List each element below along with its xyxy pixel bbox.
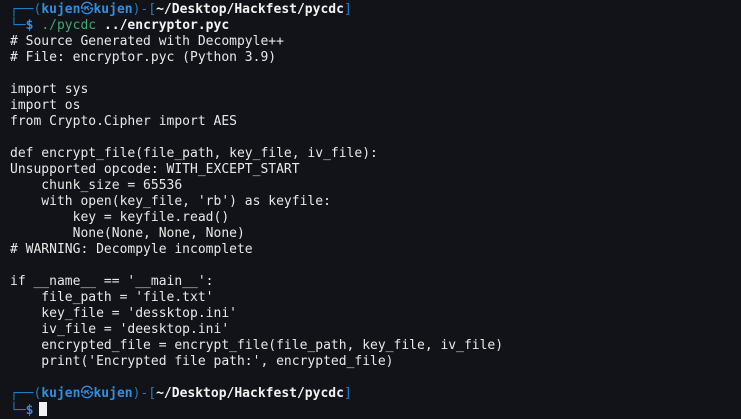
prompt-input-line[interactable]: └─$: [0, 402, 741, 418]
terminal-window[interactable]: ┌──(kujen㉿kujen)-[~/Desktop/Hackfest/pyc…: [0, 0, 741, 418]
output-line: chunk_size = 65536: [10, 178, 183, 193]
skull-icon: ㉿: [80, 386, 94, 401]
prompt-frame-bottom: └─: [10, 403, 26, 418]
prompt-user: kujen: [41, 2, 81, 17]
output-line: with open(key_file, 'rb') as keyfile:: [10, 194, 331, 209]
output-line: iv_file = 'deesktop.ini': [10, 322, 230, 337]
prompt-top-line: ┌──(kujen㉿kujen)-[~/Desktop/Hackfest/pyc…: [0, 2, 741, 18]
output-line: # File: encryptor.pyc (Python 3.9): [10, 50, 277, 65]
output-line: if __name__ == '__main__':: [10, 274, 214, 289]
prompt-host: kujen: [93, 386, 133, 401]
prompt-path: ~/Desktop/Hackfest/pycdc: [156, 386, 344, 401]
cursor-icon[interactable]: [39, 402, 48, 416]
prompt-bracket-open: )-[: [132, 386, 157, 401]
prompt-top-line: ┌──(kujen㉿kujen)-[~/Desktop/Hackfest/pyc…: [0, 386, 741, 402]
skull-icon: ㉿: [80, 2, 94, 17]
prompt-bracket-open: )-[: [132, 2, 157, 17]
output-line: import os: [10, 98, 81, 113]
prompt-dollar: $: [25, 18, 34, 33]
command-name: ./pycdc: [41, 18, 97, 33]
output-line: import sys: [10, 82, 89, 97]
prompt-frame-bottom: └─: [10, 18, 26, 33]
output-line: # WARNING: Decompyle incomplete: [10, 242, 253, 257]
output-line: def encrypt_file(file_path, key_file, iv…: [10, 146, 378, 161]
prompt-path: ~/Desktop/Hackfest/pycdc: [156, 2, 344, 17]
output-line: None(None, None, None): [10, 226, 245, 241]
output-line: file_path = 'file.txt': [10, 290, 214, 305]
prompt-frame-top: ┌──(: [10, 2, 42, 17]
prompt-user: kujen: [41, 386, 81, 401]
output-line: key = keyfile.read(): [10, 210, 230, 225]
output-line: Unsupported opcode: WITH_EXCEPT_START: [10, 162, 300, 177]
output-line: key_file = 'dessktop.ini': [10, 306, 237, 321]
output-line: # Source Generated with Decompyle++: [10, 34, 284, 49]
prompt-frame-top: ┌──(: [10, 386, 42, 401]
prompt-bracket-close: ]: [343, 2, 352, 17]
prompt-dollar: $: [25, 403, 34, 418]
output-line: from Crypto.Cipher import AES: [10, 114, 237, 129]
prompt-bracket-close: ]: [343, 386, 352, 401]
output-line: encrypted_file = encrypt_file(file_path,…: [10, 338, 504, 353]
output-line: print('Encrypted file path:', encrypted_…: [10, 354, 394, 369]
command-arg: ../encryptor.pyc: [103, 18, 230, 33]
prompt-host: kujen: [93, 2, 133, 17]
prompt-command-line: └─$ ./pycdc ../encryptor.pyc: [0, 18, 741, 34]
